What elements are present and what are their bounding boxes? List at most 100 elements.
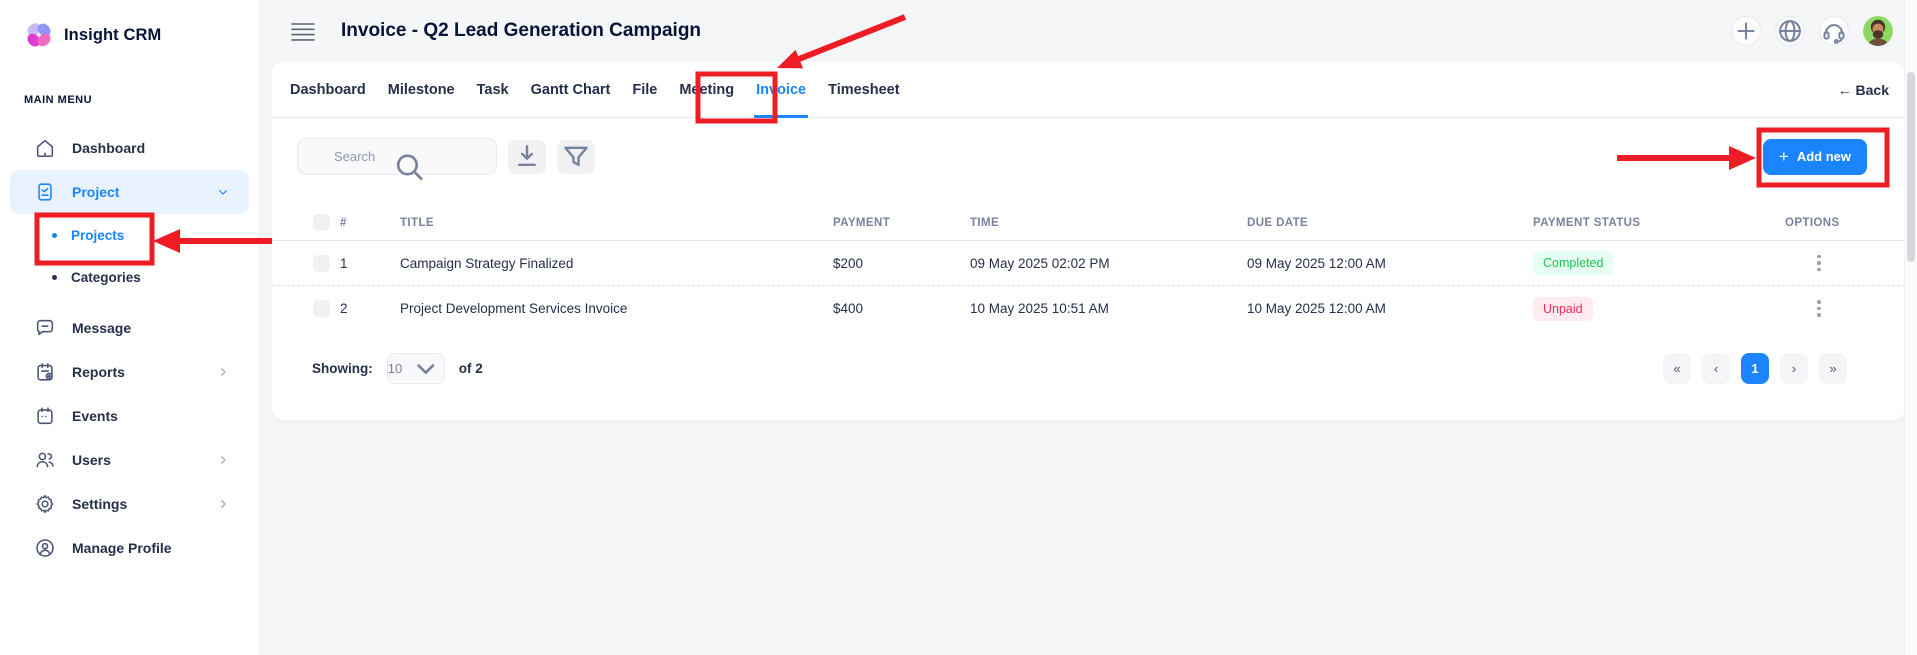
sidebar-item-manage-profile[interactable]: Manage Profile: [10, 526, 249, 570]
row-checkbox[interactable]: [313, 255, 330, 272]
table-header-row: # TITLE PAYMENT TIME DUE DATE PAYMENT ST…: [272, 205, 1905, 241]
column-header-time: TIME: [970, 217, 1247, 229]
sidebar-item-label: Users: [72, 452, 111, 468]
search-icon: [309, 148, 509, 185]
page-size-select[interactable]: 10: [387, 353, 445, 384]
filter-button[interactable]: [557, 140, 595, 174]
sidebar-item-project[interactable]: Project: [10, 170, 249, 214]
sidebar-item-label: Dashboard: [72, 140, 145, 156]
sidebar-item-categories[interactable]: Categories: [0, 256, 259, 298]
export-button[interactable]: [508, 140, 546, 174]
chevron-down-icon: [408, 354, 444, 383]
logo-icon: [24, 20, 54, 50]
cell-index: 1: [340, 256, 400, 271]
invoice-table: # TITLE PAYMENT TIME DUE DATE PAYMENT ST…: [272, 205, 1905, 331]
pagination-next-button[interactable]: ›: [1780, 353, 1808, 384]
hamburger-menu-icon[interactable]: [290, 20, 316, 42]
card-footer: Showing: 10 of 2 « ‹ 1 › »: [272, 353, 1905, 384]
gear-icon: [34, 493, 56, 515]
column-header-index: #: [340, 217, 400, 229]
scrollbar-thumb[interactable]: [1907, 72, 1915, 262]
reports-icon: [34, 361, 56, 383]
tab-invoice[interactable]: Invoice: [754, 62, 808, 118]
total-count-label: of 2: [459, 361, 483, 376]
bullet-icon: [52, 275, 57, 280]
tab-file[interactable]: File: [630, 62, 659, 118]
tab-timesheet[interactable]: Timesheet: [826, 62, 901, 118]
sidebar-item-label: Project: [72, 184, 119, 200]
cell-payment-status: Unpaid: [1533, 297, 1785, 321]
sidebar-section-label: MAIN MENU: [24, 94, 259, 106]
chevron-right-icon: [215, 496, 231, 512]
topbar-actions: [1731, 16, 1893, 46]
tab-meeting[interactable]: Meeting: [677, 62, 736, 118]
toolbar: + Add new: [272, 138, 1905, 175]
tab-task[interactable]: Task: [475, 62, 511, 118]
pagination-page-1-button[interactable]: 1: [1741, 353, 1769, 384]
users-icon: [34, 449, 56, 471]
column-header-payment-status: PAYMENT STATUS: [1533, 217, 1785, 229]
cell-due-date: 09 May 2025 12:00 AM: [1247, 256, 1533, 271]
home-icon: [34, 137, 56, 159]
add-new-button[interactable]: + Add new: [1763, 139, 1867, 175]
chevron-down-icon: [215, 184, 231, 200]
scrollbar-track[interactable]: [1904, 0, 1917, 655]
project-icon: [34, 181, 56, 203]
cell-payment-status: Completed: [1533, 251, 1785, 275]
chevron-right-icon: [215, 364, 231, 380]
plus-icon: +: [1779, 148, 1789, 165]
app-name: Insight CRM: [64, 26, 161, 45]
tabs-row: Dashboard Milestone Task Gantt Chart Fil…: [272, 62, 1905, 118]
sidebar-item-label: Reports: [72, 364, 125, 380]
table-row: 2 Project Development Services Invoice $…: [272, 286, 1905, 331]
sidebar: Insight CRM MAIN MENU Dashboard Project …: [0, 0, 260, 655]
cell-time: 10 May 2025 10:51 AM: [970, 301, 1247, 316]
sidebar-item-users[interactable]: Users: [10, 438, 249, 482]
app-logo[interactable]: Insight CRM: [0, 0, 259, 50]
table-row: 1 Campaign Strategy Finalized $200 09 Ma…: [272, 241, 1905, 286]
sidebar-item-reports[interactable]: Reports: [10, 350, 249, 394]
tab-dashboard[interactable]: Dashboard: [288, 62, 368, 118]
profile-icon: [34, 537, 56, 559]
globe-icon[interactable]: [1775, 16, 1805, 46]
sidebar-item-message[interactable]: Message: [10, 306, 249, 350]
page-size-value: 10: [388, 361, 402, 376]
cell-title: Project Development Services Invoice: [400, 301, 833, 316]
add-icon[interactable]: [1731, 16, 1761, 46]
chevron-right-icon: [215, 452, 231, 468]
main-area: Invoice - Q2 Lead Generation Campaign: [261, 0, 1917, 655]
cell-title: Campaign Strategy Finalized: [400, 256, 833, 271]
cell-payment: $200: [833, 256, 970, 271]
sidebar-item-label: Settings: [72, 496, 127, 512]
page-title: Invoice - Q2 Lead Generation Campaign: [341, 20, 701, 42]
filter-icon: [557, 140, 595, 174]
column-header-title: TITLE: [400, 217, 833, 229]
row-options-button[interactable]: [1811, 251, 1827, 276]
pagination-prev-button[interactable]: ‹: [1702, 353, 1730, 384]
sidebar-item-projects[interactable]: Projects: [0, 214, 259, 256]
sidebar-item-label: Message: [72, 320, 131, 336]
pagination-first-button[interactable]: «: [1663, 353, 1691, 384]
status-badge: Unpaid: [1533, 297, 1593, 321]
add-new-label: Add new: [1797, 149, 1851, 164]
headset-icon[interactable]: [1819, 16, 1849, 46]
user-avatar[interactable]: [1863, 16, 1893, 46]
topbar: Invoice - Q2 Lead Generation Campaign: [261, 0, 1917, 62]
pagination-last-button[interactable]: »: [1819, 353, 1847, 384]
sidebar-item-label: Events: [72, 408, 118, 424]
tab-gantt-chart[interactable]: Gantt Chart: [529, 62, 613, 118]
tab-milestone[interactable]: Milestone: [386, 62, 457, 118]
back-button[interactable]: ← Back: [1838, 82, 1889, 98]
sidebar-item-settings[interactable]: Settings: [10, 482, 249, 526]
sidebar-item-events[interactable]: Events: [10, 394, 249, 438]
sidebar-item-dashboard[interactable]: Dashboard: [10, 126, 249, 170]
sidebar-item-label: Projects: [71, 228, 124, 243]
status-badge: Completed: [1533, 251, 1613, 275]
nav-spacer: [0, 298, 259, 306]
row-options-button[interactable]: [1811, 296, 1827, 321]
search-box: [297, 138, 497, 175]
row-checkbox[interactable]: [313, 300, 330, 317]
showing-label: Showing:: [312, 361, 373, 376]
select-all-checkbox[interactable]: [313, 214, 330, 231]
column-header-options: OPTIONS: [1785, 217, 1910, 229]
